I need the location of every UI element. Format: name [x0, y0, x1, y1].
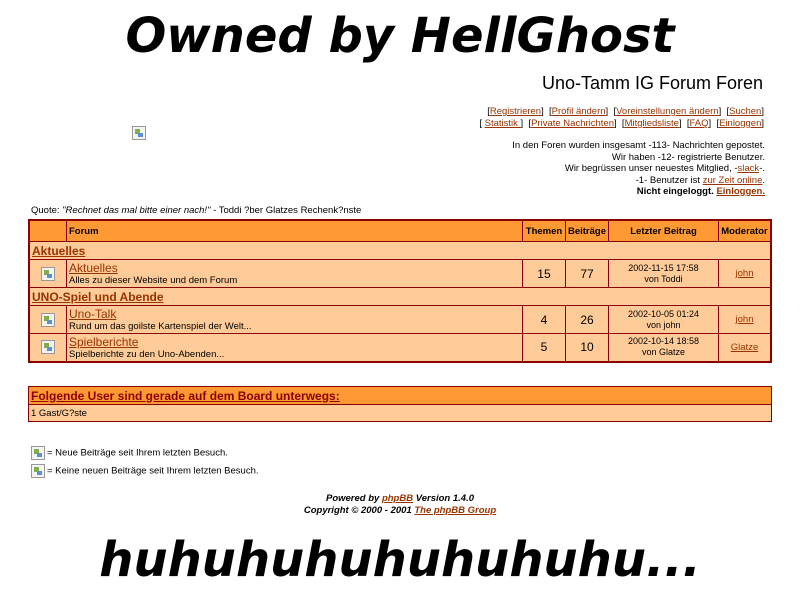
- forum-row: Aktuelles Alles zu dieser Website und dem…: [28, 259, 772, 288]
- phpbb-group-link[interactable]: The phpBB Group: [414, 505, 496, 516]
- broken-logo-image: [132, 126, 146, 140]
- forum-table: Forum Themen Beiträge Letzter Beitrag Mo…: [28, 219, 772, 363]
- moderator-link[interactable]: john: [736, 314, 754, 325]
- category-row: UNO-Spiel und Abende: [28, 287, 772, 306]
- category-link-aktuelles[interactable]: Aktuelles: [32, 244, 85, 258]
- new-posts-icon: [31, 446, 45, 460]
- forum-last-post: 2002-10-05 01:24 von john: [608, 305, 719, 334]
- online-users-text: 1 Gast/G?ste: [28, 404, 772, 422]
- nav-register-link[interactable]: Registrieren: [490, 106, 541, 117]
- forum-description: Spielberichte zu den Uno-Abenden...: [69, 348, 225, 360]
- forum-description: Alles zu dieser Website und dem Forum: [69, 275, 238, 286]
- nav-login-link[interactable]: Einloggen: [719, 118, 761, 129]
- stats-newest-member: Wir begrüssen unser neuestes Mitglied, -…: [564, 163, 765, 174]
- online-users-link[interactable]: zur Zeit online: [703, 175, 763, 186]
- newest-member-link[interactable]: slack: [738, 163, 760, 174]
- forum-row: Uno-Talk Rund um das goilste Kartenspiel …: [28, 305, 772, 334]
- legend-new-posts: = Neue Beiträge seit Ihrem letzten Besuc…: [31, 446, 228, 460]
- moderator-link[interactable]: Glatze: [731, 342, 758, 353]
- board-stats: In den Foren wurden insgesamt -113- Nach…: [512, 140, 765, 198]
- header-posts: Beiträge: [564, 219, 610, 242]
- quote-text: "Rechnet das mal bitte einer nach!": [62, 205, 211, 216]
- online-users-table: Folgende User sind gerade auf dem Board …: [28, 386, 772, 422]
- nav-row-1: [Registrieren] [Profil ändern] [Voreinst…: [487, 106, 764, 117]
- stats-users: Wir haben -12- registrierte Benutzer.: [611, 151, 765, 163]
- nav-statistics-link[interactable]: Statistik: [485, 118, 521, 129]
- footer: Powered by phpBB Version 1.4.0 Copyright…: [0, 493, 800, 517]
- quote-line: Quote: "Rechnet das mal bitte einer nach…: [31, 205, 362, 216]
- legend-no-new-posts: = Keine neuen Beiträge seit Ihrem letzte…: [31, 464, 259, 478]
- forum-topics-count: 15: [521, 259, 566, 288]
- nav-links: [Registrieren] [Profil ändern] [Voreinst…: [479, 106, 764, 130]
- login-link[interactable]: Einloggen.: [716, 186, 765, 197]
- site-title: Uno-Tamm IG Forum Foren: [541, 73, 763, 93]
- nav-row-2: [ Statistik ] [Private Nachrichten] [Mit…: [479, 118, 764, 129]
- forum-link-uno-talk[interactable]: Uno-Talk: [69, 307, 116, 321]
- moderator-link[interactable]: john: [736, 268, 754, 279]
- nav-private-messages-link[interactable]: Private Nachrichten: [531, 118, 614, 129]
- forum-description: Rund um das goilste Kartenspiel der Welt…: [69, 321, 252, 332]
- nav-preferences-link[interactable]: Voreinstellungen ändern: [616, 106, 718, 117]
- login-status: Nicht eingeloggt. Einloggen.: [636, 186, 765, 197]
- header-forum: Forum: [66, 219, 523, 242]
- footer-copyright: Copyright © 2000 - 2001 The phpBB Group: [303, 505, 497, 516]
- forum-status-icon: [41, 266, 55, 281]
- no-new-posts-icon: [31, 464, 45, 478]
- forum-status-icon: [41, 340, 55, 355]
- online-users-title-link[interactable]: Folgende User sind gerade auf dem Board …: [31, 389, 340, 403]
- footer-powered-by: Powered by phpBB Version 1.4.0: [325, 493, 474, 504]
- nav-profile-link[interactable]: Profil ändern: [552, 106, 606, 117]
- category-row: Aktuelles: [28, 241, 772, 260]
- header-moderator: Moderator: [718, 219, 772, 242]
- forum-topics-count: 5: [521, 333, 566, 362]
- stats-posts: In den Foren wurden insgesamt -113- Nach…: [512, 140, 765, 151]
- forum-topics-count: 4: [521, 305, 566, 334]
- forum-status-icon: [41, 312, 55, 327]
- phpbb-link[interactable]: phpBB: [382, 493, 413, 504]
- forum-posts-count: 26: [564, 305, 610, 334]
- banner-top-text: Owned by HellGhost: [125, 8, 675, 64]
- forum-row: Spielberichte Spielberichte zu den Uno-Ab…: [28, 333, 772, 362]
- forum-link-aktuelles[interactable]: Aktuelles: [69, 261, 118, 275]
- forum-posts-count: 10: [564, 333, 610, 362]
- forum-table-header: Forum Themen Beiträge Letzter Beitrag Mo…: [28, 219, 772, 242]
- forum-last-post: 2002-10-14 18:58 von Glatze: [608, 333, 719, 362]
- stats-online: -1- Benutzer ist zur Zeit online.: [635, 174, 765, 186]
- forum-posts-count: 77: [564, 259, 610, 288]
- header-topics: Themen: [521, 219, 566, 242]
- nav-faq-link[interactable]: FAQ: [690, 118, 709, 129]
- nav-search-link[interactable]: Suchen: [729, 106, 761, 117]
- banner-bottom-text: huhuhuhuhuhuhuhu...: [99, 532, 701, 588]
- category-link-uno-spiel[interactable]: UNO-Spiel und Abende: [32, 290, 164, 304]
- header-last-post: Letzter Beitrag: [608, 219, 719, 242]
- forum-link-spielberichte[interactable]: Spielberichte: [69, 335, 138, 349]
- nav-memberlist-link[interactable]: Mitgliedsliste: [625, 118, 679, 129]
- forum-last-post: 2002-11-15 17:58 von Toddi: [608, 259, 719, 288]
